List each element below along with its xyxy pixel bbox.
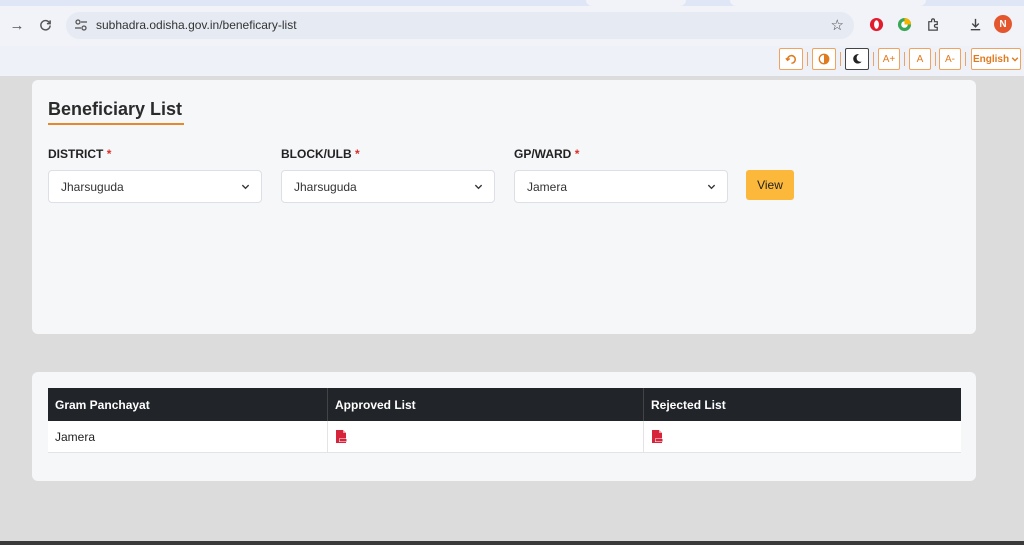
block-label: BLOCK/ULB * [281,147,360,161]
block-label-text: BLOCK/ULB [281,147,352,161]
url-text[interactable]: subhadra.odisha.gov.in/beneficary-list [96,18,297,32]
filter-card: Beneficiary List DISTRICT * Jharsuguda B… [32,80,976,334]
rejected-pdf-icon[interactable] [651,430,663,443]
gp-value: Jamera [527,180,568,194]
results-table: Gram Panchayat Approved List Rejected Li… [48,388,961,453]
contrast-icon[interactable] [812,48,836,70]
gp-label-text: GP/WARD [514,147,572,161]
district-value: Jharsuguda [61,180,124,194]
bottom-edge [0,541,1024,545]
font-normal-button[interactable]: A [909,48,931,70]
download-icon[interactable] [966,15,984,33]
active-tab[interactable] [730,0,926,6]
dark-mode-moon-icon[interactable] [845,48,869,70]
a11y-separator [873,52,874,66]
address-bar[interactable]: subhadra.odisha.gov.in/beneficary-list ☆ [66,12,854,39]
district-select[interactable]: Jharsuguda [48,170,262,203]
a11y-separator [807,52,808,66]
language-select[interactable]: English [971,48,1021,70]
header-rejected-list: Rejected List [651,398,726,412]
reload-icon[interactable] [34,14,56,36]
opera-extension-icon[interactable] [867,15,885,33]
language-value: English [972,53,1010,65]
rejected-list-cell [644,421,961,452]
header-approved-list: Approved List [328,388,644,421]
profile-avatar[interactable]: N [994,15,1012,33]
header-gram-panchayat: Gram Panchayat [48,388,328,421]
a11y-separator [965,52,966,66]
required-mark: * [574,147,580,161]
bookmark-star-icon[interactable]: ☆ [831,16,844,34]
chevron-down-icon [241,184,250,190]
font-decrease-button[interactable]: A- [939,48,961,70]
font-increase-button[interactable]: A+ [878,48,900,70]
approved-pdf-icon[interactable] [335,430,347,443]
a11y-separator [935,52,936,66]
table-row: Jamera [48,421,961,453]
results-card: Gram Panchayat Approved List Rejected Li… [32,372,976,481]
block-select[interactable]: Jharsuguda [281,170,495,203]
title-underline [48,123,184,125]
extensions-puzzle-icon[interactable] [924,15,942,33]
page-title: Beneficiary List [48,99,183,119]
chevron-down-icon [1011,57,1019,62]
approved-list-cell [328,421,644,452]
district-label-text: DISTRICT [48,147,104,161]
table-header: Gram Panchayat Approved List Rejected Li… [48,388,961,421]
gp-select[interactable]: Jamera [514,170,728,203]
tab-hint[interactable] [586,0,686,6]
a11y-separator [840,52,841,66]
gp-label: GP/WARD * [514,147,579,161]
site-settings-icon[interactable] [74,18,88,32]
required-mark: * [106,147,112,161]
gram-panchayat-cell: Jamera [48,421,328,452]
view-button[interactable]: View [746,170,794,200]
required-mark: * [355,147,360,161]
forward-icon[interactable]: → [6,14,28,36]
chevron-down-icon [707,184,716,190]
reset-icon[interactable] [779,48,803,70]
block-value: Jharsuguda [294,180,357,194]
accessibility-bar [0,46,1024,76]
a11y-separator [904,52,905,66]
colorful-extension-icon[interactable] [895,15,913,33]
chevron-down-icon [474,184,483,190]
district-label: DISTRICT * [48,147,111,161]
